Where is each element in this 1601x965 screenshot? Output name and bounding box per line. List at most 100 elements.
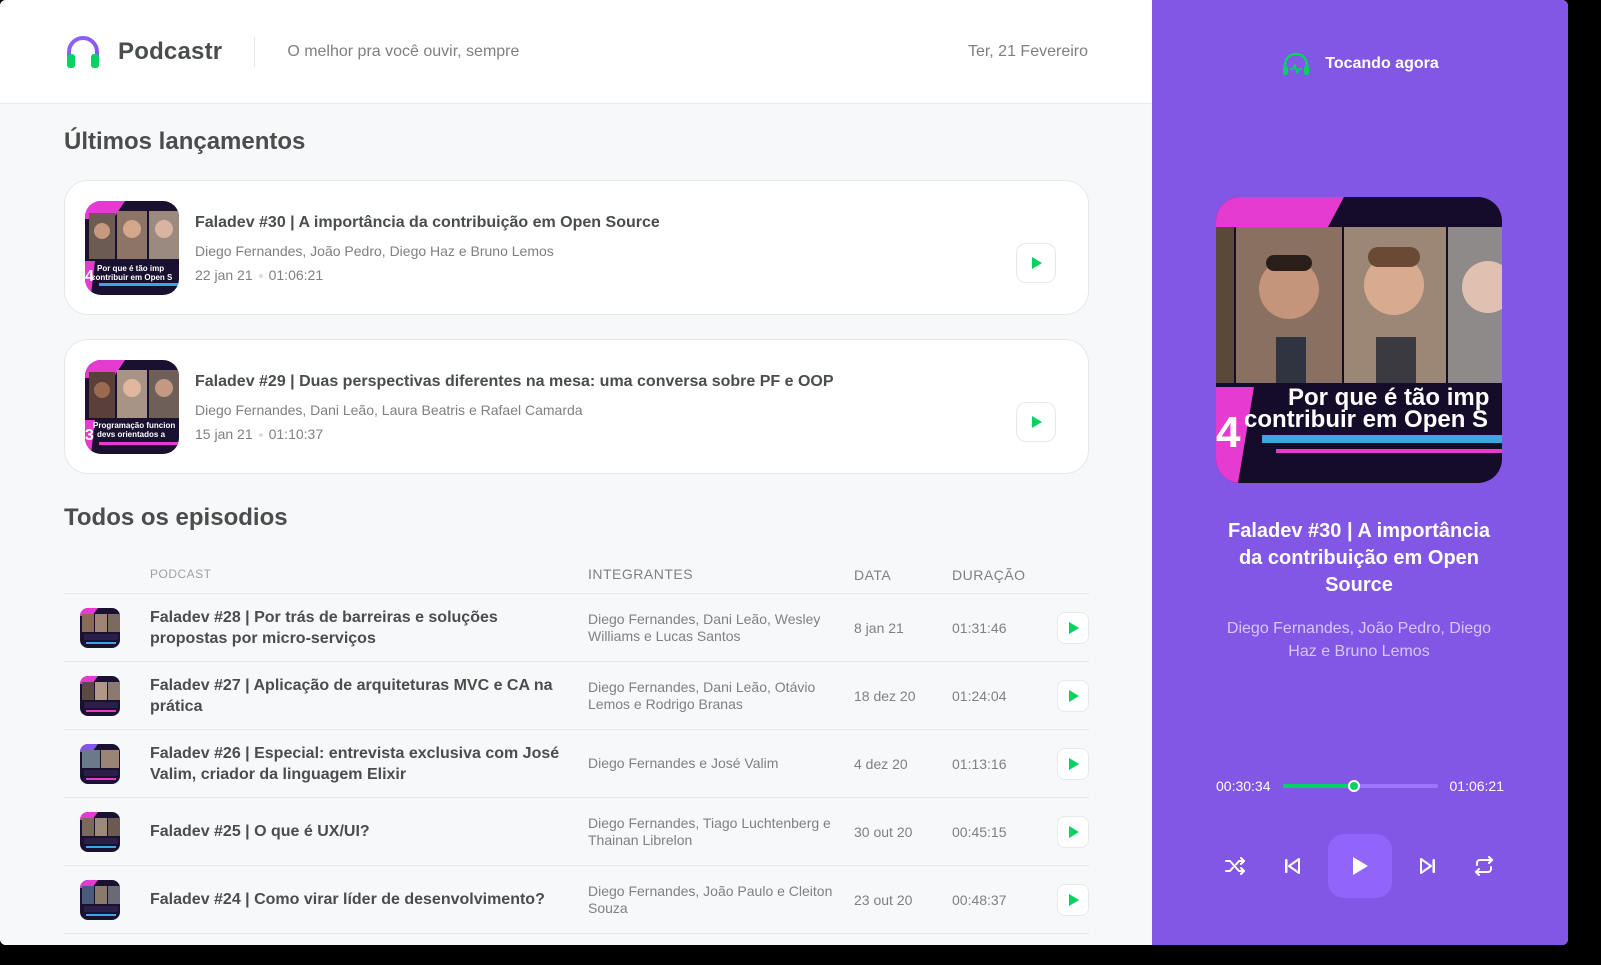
episode-duration: 01:06:21 xyxy=(268,267,324,283)
episode-members: Diego Fernandes, Dani Leão, Wesley Willi… xyxy=(588,610,821,644)
episode-thumbnail xyxy=(80,879,120,920)
header: Podcastr O melhor pra você ouvir, sempre… xyxy=(0,0,1152,104)
latest-episode-card[interactable]: Por que é tão imp contribuir em Open S 4… xyxy=(64,180,1089,315)
tagline: O melhor pra você ouvir, sempre xyxy=(287,42,520,60)
episode-thumbnail xyxy=(80,607,120,648)
cover-caption-line2: contribuir em Open S xyxy=(1244,406,1488,433)
progress-fill xyxy=(1282,784,1354,788)
play-button[interactable] xyxy=(1057,611,1089,644)
episode-date: 22 jan 21 xyxy=(195,267,253,283)
svg-text:devs orientados a: devs orientados a xyxy=(97,430,166,439)
total-time: 01:06:21 xyxy=(1449,778,1505,794)
play-button[interactable] xyxy=(1057,679,1089,712)
player-heading: Tocando agora xyxy=(1152,52,1568,76)
player-panel: Tocando agora 4 Por que é tão imp contri… xyxy=(1152,0,1568,945)
episode-duration: 01:24:04 xyxy=(952,687,1007,704)
header-divider xyxy=(254,36,256,67)
player-controls xyxy=(1216,834,1504,898)
episode-title[interactable]: Faladev #25 | O que é UX/UI? xyxy=(150,821,588,842)
app-name: Podcastr xyxy=(118,37,223,65)
svg-text:Por que é tão imp: Por que é tão imp xyxy=(97,264,164,273)
episode-duration: 00:48:37 xyxy=(952,891,1007,908)
episode-duration: 01:10:37 xyxy=(268,426,324,442)
headphones-icon xyxy=(1283,52,1310,75)
column-header-date: Data xyxy=(854,566,892,583)
now-playing-cover: 4 Por que é tão imp contribuir em Open S xyxy=(1216,197,1502,483)
table-header: Podcast Integrantes Data Duração xyxy=(64,556,1089,594)
episode-date: 30 out 20 xyxy=(854,823,913,840)
table-row[interactable]: Faladev #26 | Especial: entrevista exclu… xyxy=(64,730,1089,798)
episode-duration: 01:31:46 xyxy=(952,619,1007,636)
episode-meta: 22 jan 21 01:06:21 xyxy=(195,267,323,283)
episode-thumbnail xyxy=(80,743,120,784)
progress-slider[interactable] xyxy=(1282,780,1438,792)
next-icon xyxy=(1420,858,1435,874)
svg-text:3: 3 xyxy=(85,427,94,444)
episode-members: Diego Fernandes, Dani Leão, Otávio Lemos… xyxy=(588,678,816,712)
episode-date: 8 jan 21 xyxy=(854,619,904,636)
latest-section-title: Últimos lançamentos xyxy=(64,128,306,155)
column-header-podcast: Podcast xyxy=(150,567,212,581)
app-window: Podcastr O melhor pra você ouvir, sempre… xyxy=(0,0,1568,945)
episode-members: Diego Fernandes, Tiago Luchtenberg e Tha… xyxy=(588,814,831,848)
column-header-duration: Duração xyxy=(952,566,1026,583)
episode-duration: 01:13:16 xyxy=(952,755,1007,772)
episode-members: Diego Fernandes, João Pedro, Diego Haz e… xyxy=(195,243,554,259)
headphones-icon xyxy=(67,35,99,68)
repeat-button[interactable] xyxy=(1464,846,1504,886)
progress-bar-area: 00:30:34 01:06:21 xyxy=(1216,778,1504,794)
episode-thumbnail xyxy=(80,675,120,716)
svg-text:4: 4 xyxy=(85,268,94,285)
episode-title[interactable]: Faladev #24 | Como virar líder de desenv… xyxy=(150,889,588,910)
play-button[interactable] xyxy=(1057,815,1089,848)
separator-dot xyxy=(258,433,263,438)
play-button[interactable] xyxy=(1016,402,1056,442)
episode-title[interactable]: Faladev #26 | Especial: entrevista exclu… xyxy=(150,743,588,785)
episode-date: 23 out 20 xyxy=(854,891,913,908)
episode-title[interactable]: Faladev #29 | Duas perspectivas diferent… xyxy=(195,373,834,391)
episode-date: 4 dez 20 xyxy=(854,755,908,772)
svg-text:contribuir em Open S: contribuir em Open S xyxy=(91,273,173,282)
column-header-members: Integrantes xyxy=(588,566,694,582)
play-button[interactable] xyxy=(1057,747,1089,780)
previous-icon xyxy=(1285,858,1300,874)
play-icon xyxy=(1069,757,1079,770)
table-row[interactable]: Faladev #28 | Por trás de barreiras e so… xyxy=(64,594,1089,662)
play-pause-button[interactable] xyxy=(1328,834,1392,898)
play-icon xyxy=(1069,689,1079,702)
previous-button[interactable] xyxy=(1272,846,1312,886)
progress-handle[interactable] xyxy=(1347,780,1360,792)
episode-thumbnail: Por que é tão imp contribuir em Open S 4 xyxy=(85,201,179,295)
episode-duration: 00:45:15 xyxy=(952,823,1007,840)
next-button[interactable] xyxy=(1408,846,1448,886)
current-date: Ter, 21 Fevereiro xyxy=(967,42,1088,60)
latest-episode-card[interactable]: Programação funcion devs orientados a 3 … xyxy=(64,339,1089,474)
cover-number: 4 xyxy=(1216,408,1241,457)
episode-date: 15 jan 21 xyxy=(195,426,253,442)
play-icon xyxy=(1353,857,1368,875)
episode-title[interactable]: Faladev #30 | A importância da contribui… xyxy=(195,214,660,232)
play-icon xyxy=(1069,893,1079,906)
episode-meta: 15 jan 21 01:10:37 xyxy=(195,426,323,442)
table-row[interactable]: Faladev #25 | O que é UX/UI? Diego Ferna… xyxy=(64,798,1089,866)
episode-thumbnail: Programação funcion devs orientados a 3 xyxy=(85,360,179,454)
play-icon xyxy=(1069,825,1079,838)
play-button[interactable] xyxy=(1016,243,1056,283)
shuffle-icon xyxy=(1225,857,1245,875)
main-content: Podcastr O melhor pra você ouvir, sempre… xyxy=(0,0,1152,945)
episodes-table: Podcast Integrantes Data Duração Faladev… xyxy=(64,556,1089,934)
table-row[interactable]: Faladev #27 | Aplicação de arquiteturas … xyxy=(64,662,1089,730)
now-playing-title: Faladev #30 | A importância da contribui… xyxy=(1228,520,1490,596)
shuffle-button[interactable] xyxy=(1216,846,1256,886)
play-icon xyxy=(1032,257,1042,269)
elapsed-time: 00:30:34 xyxy=(1216,778,1271,794)
repeat-icon xyxy=(1475,856,1493,876)
now-playing-label: Tocando agora xyxy=(1325,55,1439,72)
episode-title[interactable]: Faladev #27 | Aplicação de arquiteturas … xyxy=(150,675,588,717)
separator-dot xyxy=(258,274,263,279)
play-icon xyxy=(1069,621,1079,634)
play-button[interactable] xyxy=(1057,883,1089,916)
episode-members: Diego Fernandes, Dani Leão, Laura Beatri… xyxy=(195,402,583,418)
table-row[interactable]: Faladev #24 | Como virar líder de desenv… xyxy=(64,866,1089,934)
episode-title[interactable]: Faladev #28 | Por trás de barreiras e so… xyxy=(150,607,588,649)
